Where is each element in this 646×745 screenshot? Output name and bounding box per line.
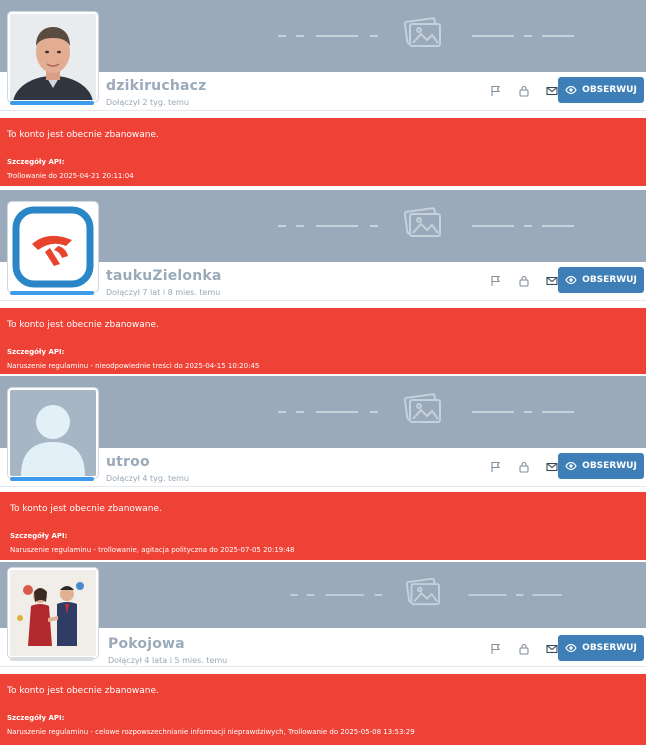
follow-label: OBSERWUJ — [582, 461, 637, 471]
api-details-label: Szczegóły API: — [7, 158, 65, 166]
image-placeholder-icon — [278, 376, 578, 448]
flag-icon[interactable] — [490, 461, 502, 473]
flag-icon[interactable] — [490, 275, 502, 287]
ban-message: To konto jest obecnie zbanowane. — [7, 320, 159, 330]
profile-card: taukuZielonka Dołączył 7 lat i 8 mies. t… — [0, 190, 646, 306]
image-placeholder-icon — [278, 190, 578, 262]
avatar[interactable] — [8, 568, 98, 658]
follow-button[interactable]: OBSERWUJ — [558, 453, 644, 479]
ban-notice: To konto jest obecnie zbanowane. Szczegó… — [0, 674, 646, 745]
ban-message: To konto jest obecnie zbanowane. — [10, 504, 162, 514]
image-placeholder-icon — [278, 562, 578, 628]
lock-icon[interactable] — [518, 643, 530, 655]
eye-icon — [565, 275, 577, 285]
follow-label: OBSERWUJ — [582, 643, 637, 653]
eye-icon — [565, 643, 577, 653]
follow-button[interactable]: OBSERWUJ — [558, 77, 644, 103]
ban-message: To konto jest obecnie zbanowane. — [7, 130, 159, 140]
eye-icon — [565, 461, 577, 471]
joined-date: Dołączył 2 tyg. temu — [106, 98, 189, 107]
avatar[interactable] — [8, 388, 98, 478]
ban-reason: Trollowanie do 2025-04-21 20:11:04 — [7, 172, 134, 180]
ban-notice: To konto jest obecnie zbanowane. Szczegó… — [0, 118, 646, 186]
profile-card: dzikiruchacz Dołączył 2 tyg. temu OBSERW… — [0, 0, 646, 116]
flag-icon[interactable] — [490, 643, 502, 655]
mail-icon[interactable] — [546, 85, 558, 97]
ban-reason: Naruszenie regulaminu - trollowanie, agi… — [10, 546, 295, 554]
follow-button[interactable]: OBSERWUJ — [558, 635, 644, 661]
follow-label: OBSERWUJ — [582, 275, 637, 285]
lock-icon[interactable] — [518, 275, 530, 287]
profile-actions — [490, 82, 558, 100]
avatar[interactable] — [8, 12, 98, 102]
avatar[interactable] — [8, 202, 98, 292]
lock-icon[interactable] — [518, 85, 530, 97]
avatar-progress-bar — [10, 477, 94, 481]
avatar-progress-bar — [10, 101, 94, 105]
username[interactable]: utroo — [106, 454, 150, 470]
follow-button[interactable]: OBSERWUJ — [558, 267, 644, 293]
mail-icon[interactable] — [546, 461, 558, 473]
ban-reason: Naruszenie regulaminu - nieodpowiednie t… — [7, 362, 260, 370]
joined-date: Dołączył 4 tyg. temu — [106, 474, 189, 483]
username[interactable]: Pokojowa — [108, 636, 185, 652]
ban-message: To konto jest obecnie zbanowane. — [7, 686, 159, 696]
api-details-label: Szczegóły API: — [10, 532, 68, 540]
lock-icon[interactable] — [518, 461, 530, 473]
joined-date: Dołączył 4 lata i 5 mies. temu — [108, 656, 228, 665]
ban-reason: Naruszenie regulaminu - celowe rozpowsze… — [7, 728, 415, 736]
joined-date: Dołączył 7 lat i 8 mies. temu — [106, 288, 221, 297]
avatar-progress-bar — [10, 657, 94, 661]
mail-icon[interactable] — [546, 275, 558, 287]
username[interactable]: taukuZielonka — [106, 268, 222, 284]
api-details-label: Szczegóły API: — [7, 714, 65, 722]
eye-icon — [565, 85, 577, 95]
profile-card: Pokojowa Dołączył 4 lata i 5 mies. temu … — [0, 562, 646, 670]
profile-actions — [490, 458, 558, 476]
mail-icon[interactable] — [546, 643, 558, 655]
flag-icon[interactable] — [490, 85, 502, 97]
avatar-progress-bar — [10, 291, 94, 295]
username[interactable]: dzikiruchacz — [106, 78, 207, 94]
ban-notice: To konto jest obecnie zbanowane. Szczegó… — [0, 492, 646, 560]
profile-card: utroo Dołączył 4 tyg. temu OBSERWUJ — [0, 376, 646, 490]
profile-actions — [490, 272, 558, 290]
follow-label: OBSERWUJ — [582, 85, 637, 95]
image-placeholder-icon — [278, 0, 578, 72]
api-details-label: Szczegóły API: — [7, 348, 65, 356]
ban-notice: To konto jest obecnie zbanowane. Szczegó… — [0, 308, 646, 374]
profile-actions — [490, 640, 558, 658]
